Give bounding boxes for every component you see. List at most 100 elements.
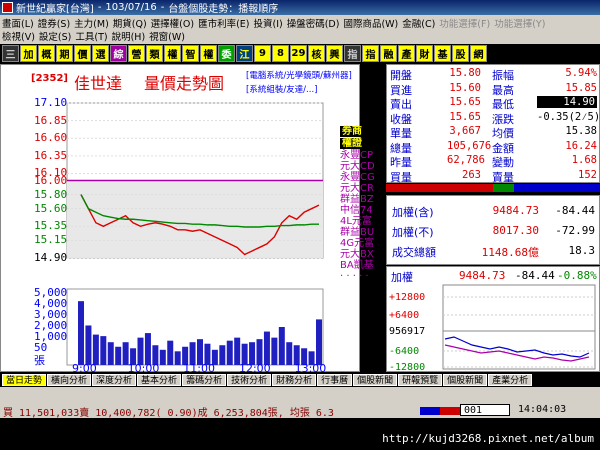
price-tick-label: 15.15 bbox=[34, 233, 68, 247]
toolbar-button[interactable]: 類 bbox=[146, 45, 163, 62]
toolbar-button[interactable]: 選 bbox=[92, 45, 109, 62]
toolbar-button[interactable]: 29 bbox=[290, 45, 307, 62]
volume-bar bbox=[271, 337, 278, 365]
title-date: 103/07/16 bbox=[105, 2, 157, 13]
toolbar-button[interactable]: 營 bbox=[128, 45, 145, 62]
price-volume-chart-panel: [2352] 佳世達 量價走勢圖 [電腦系統/光學鏡頭/蘇州器] [系統組裝/友… bbox=[0, 64, 360, 372]
analysis-tab[interactable]: 基本分析 bbox=[137, 373, 182, 386]
analysis-tab[interactable]: 個股新聞 bbox=[353, 373, 398, 386]
toolbar-button[interactable]: 智 bbox=[182, 45, 199, 62]
status-bar: 買 11,501,033賣 10,400,782( 0.90)成 6,253,8… bbox=[0, 403, 600, 419]
watermark-url: http://kujd3268.pixnet.net/album bbox=[382, 432, 594, 445]
price-tick-label: 14.90 bbox=[34, 251, 68, 264]
volume-bar bbox=[219, 345, 226, 365]
menu-item[interactable]: 工具(T) bbox=[75, 29, 107, 43]
menu-item[interactable]: 功能選擇(Y) bbox=[494, 16, 545, 30]
menu-item[interactable]: 視窗(W) bbox=[149, 29, 185, 43]
toolbar-button[interactable]: 概 bbox=[38, 45, 55, 62]
menu-item[interactable]: 證券(S) bbox=[38, 16, 70, 30]
analysis-tab[interactable]: 產業分析 bbox=[488, 373, 533, 386]
broker-header: 券商 bbox=[340, 126, 364, 137]
volume-bar bbox=[107, 342, 114, 365]
quote-value: 15.85 bbox=[565, 81, 597, 94]
quote-value: 14.90 bbox=[537, 96, 597, 108]
index-row: 加權(不) 8017.30 -72.99 bbox=[387, 224, 600, 242]
analysis-tab[interactable]: 技術分析 bbox=[227, 373, 272, 386]
menu-item[interactable]: 金融(C) bbox=[402, 16, 435, 30]
volume-bar bbox=[174, 351, 181, 365]
toolbar-button[interactable]: 股 bbox=[452, 45, 469, 62]
analysis-tab[interactable]: 財務分析 bbox=[272, 373, 317, 386]
menu-item[interactable]: 功能選擇(F) bbox=[439, 16, 490, 30]
quote-value: 15.65 bbox=[449, 110, 481, 123]
analysis-tab[interactable]: 研報預覽 bbox=[398, 373, 443, 386]
volume-bar bbox=[144, 333, 151, 365]
index-label: 加權(含) bbox=[392, 206, 434, 219]
volume-bar bbox=[159, 349, 166, 365]
status-time: 14:04:03 bbox=[518, 404, 567, 415]
menu-item[interactable]: 期貨(Q) bbox=[113, 16, 147, 30]
quote-panel: 開盤 15.80 振幅 5.94% 買進 15.60 最高 15.85 賣出 15.65 最低 14.… bbox=[386, 64, 600, 184]
menu-item[interactable]: 操盤密碼(D) bbox=[287, 16, 340, 30]
toolbar-button[interactable]: 核 bbox=[308, 45, 325, 62]
analysis-tab[interactable]: 深度分析 bbox=[92, 373, 137, 386]
price-tick-label: 15.60 bbox=[34, 201, 68, 215]
index-label: 加權(不) bbox=[392, 226, 434, 239]
toolbar-button[interactable]: 融 bbox=[380, 45, 397, 62]
toolbar-button[interactable]: 8 bbox=[272, 45, 289, 62]
menu-item[interactable]: 選擇權(O) bbox=[151, 16, 194, 30]
volume-bar bbox=[286, 342, 293, 365]
volume-bar bbox=[226, 340, 233, 365]
volume-bar bbox=[137, 337, 144, 365]
toolbar-button[interactable]: 興 bbox=[326, 45, 343, 62]
menu-item[interactable]: 設定(S) bbox=[39, 29, 71, 43]
toolbar-button[interactable]: 期 bbox=[56, 45, 73, 62]
time-tick-label: 10:00 bbox=[127, 362, 160, 375]
toolbar-button[interactable]: 基 bbox=[434, 45, 451, 62]
menu-item[interactable]: 主力(M) bbox=[74, 16, 109, 30]
index-label: 成交總額 bbox=[392, 246, 436, 259]
mini-tick-label: 956917 bbox=[389, 326, 425, 337]
toolbar-button[interactable]: 權 bbox=[164, 45, 181, 62]
stock-code-input[interactable]: 001 bbox=[460, 404, 510, 416]
quote-value: 15.38 bbox=[565, 125, 597, 137]
toolbar-button[interactable]: 加 bbox=[20, 45, 37, 62]
volume-bar bbox=[167, 340, 174, 365]
menu-item[interactable]: 畫面(L) bbox=[2, 16, 34, 30]
price-tick-label: 15.80 bbox=[34, 187, 68, 201]
quote-value: 3,667 bbox=[449, 125, 481, 137]
analysis-tab[interactable]: 個股新聞 bbox=[443, 373, 488, 386]
toolbar-button[interactable]: 三 bbox=[2, 45, 19, 62]
quote-row: 買量 263 賣量 152 bbox=[387, 168, 600, 184]
toolbar-button[interactable]: 權 bbox=[200, 45, 217, 62]
mini-tick-label: +6400 bbox=[389, 310, 419, 321]
analysis-tab[interactable]: 行事曆 bbox=[317, 373, 353, 386]
menu-item[interactable]: 說明(H) bbox=[112, 29, 146, 43]
analysis-tab[interactable]: 當日走勢 bbox=[2, 373, 47, 386]
toolbar-button[interactable]: 綜 bbox=[110, 45, 127, 62]
toolbar-button[interactable]: 產 bbox=[398, 45, 415, 62]
menu-item[interactable]: 檢視(V) bbox=[2, 29, 35, 43]
analysis-tab[interactable]: 籌碼分析 bbox=[182, 373, 227, 386]
toolbar-button[interactable]: 江 bbox=[236, 45, 253, 62]
menu-item[interactable]: 匯市利率(E) bbox=[198, 16, 249, 30]
toolbar-button[interactable]: 委 bbox=[218, 45, 235, 62]
quote-label: 賣量 bbox=[492, 170, 514, 184]
quote-label: 買量 bbox=[390, 170, 412, 184]
toolbar-button[interactable]: 價 bbox=[74, 45, 91, 62]
index-change: 18.3 bbox=[568, 244, 596, 257]
menu-item[interactable]: 投資(I) bbox=[253, 16, 282, 30]
toolbar-button[interactable]: 財 bbox=[416, 45, 433, 62]
market-label: [台灣] bbox=[66, 4, 94, 15]
toolbar-button[interactable]: 指 bbox=[344, 45, 361, 62]
quote-value: 15.60 bbox=[449, 81, 481, 94]
menu-item[interactable]: 國際商品(W) bbox=[343, 16, 398, 30]
price-tick-label: 16.60 bbox=[34, 131, 68, 145]
analysis-tab[interactable]: 橫向分析 bbox=[47, 373, 92, 386]
index-panel: 加權(含) 9484.73 -84.44 加權(不) 8017.30 -72.99 成交總額… bbox=[386, 195, 600, 265]
toolbar-button[interactable]: 網 bbox=[470, 45, 487, 62]
mini-tick-label: -6400 bbox=[389, 346, 419, 357]
toolbar-button[interactable]: 9 bbox=[254, 45, 271, 62]
toolbar-button[interactable]: 指 bbox=[362, 45, 379, 62]
quote-value: 263 bbox=[462, 168, 481, 181]
